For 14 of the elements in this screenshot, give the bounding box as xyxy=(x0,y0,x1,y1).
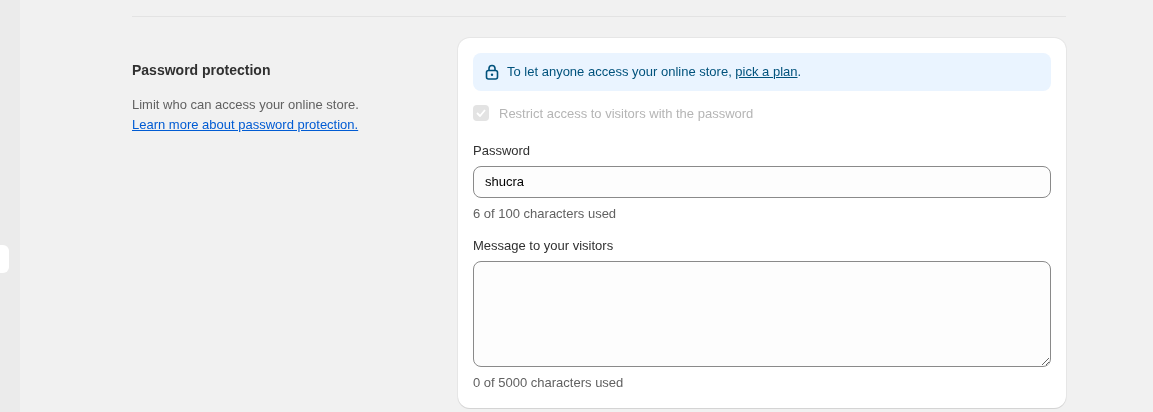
field-label: Password xyxy=(473,142,532,160)
plan-link[interactable]: pick a plan xyxy=(735,64,798,79)
password-field[interactable]: shucra xyxy=(473,165,1051,198)
help-link[interactable]: Learn more about password protection. xyxy=(132,117,359,132)
section-title: Password protection xyxy=(132,61,272,80)
check-icon xyxy=(476,109,486,118)
lock-icon xyxy=(485,63,499,80)
banner-text: To let anyone access your online store, pick a plan. xyxy=(507,63,802,81)
checkbox-label: Restrict access to visitors with the password xyxy=(499,104,754,123)
message-field[interactable] xyxy=(473,260,1051,367)
field-label: Message to your visitors xyxy=(473,237,615,255)
section-description: Limit who can access your online store. Learn more about password protection. xyxy=(132,96,360,134)
character-count: 6 of 100 characters used xyxy=(473,204,618,223)
character-count: 0 of 5000 characters used xyxy=(473,373,625,392)
